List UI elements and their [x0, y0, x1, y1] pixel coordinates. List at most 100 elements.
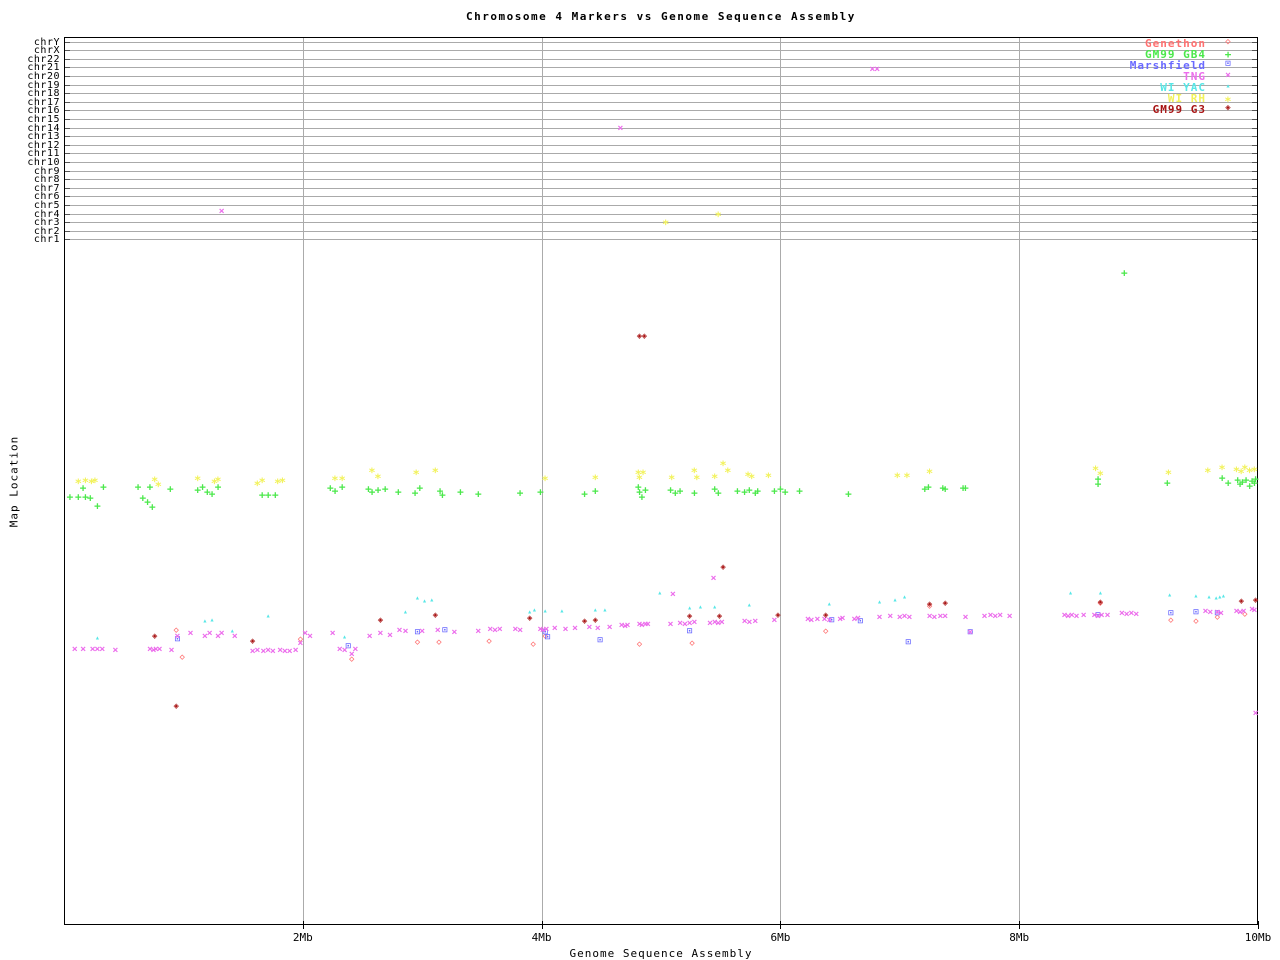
axis-tick-right-chrX	[1252, 50, 1257, 52]
marker-wi-rh: ∗	[1204, 463, 1212, 477]
axis-tick-right-chrY	[1252, 41, 1257, 43]
marker-wi-rh: ∗	[154, 477, 162, 491]
chromosome-line-chr11	[65, 153, 1257, 155]
axis-tick-left-chrY	[65, 41, 70, 43]
x-tick-label-8Mb: 8Mb	[1009, 931, 1030, 944]
marker-wi-rh: ∗	[893, 468, 902, 482]
marker-gm99-gb4: +	[796, 484, 803, 498]
axis-tick-right-chr19	[1252, 84, 1257, 86]
marker-wi-yac: ▴	[422, 596, 427, 605]
marker-wi-yac: ▴	[1167, 590, 1173, 599]
axis-tick-left-chr16	[65, 110, 70, 112]
marker-gm99-gb4: +	[416, 481, 424, 495]
marker-tng: ×	[752, 616, 759, 627]
legend-marker-cross-icon: ×	[1224, 70, 1232, 81]
axis-tick-left-chr20	[65, 76, 70, 77]
axis-tick-right-chr3	[1252, 222, 1257, 224]
marker-wi-yac: ▴	[592, 605, 598, 614]
axis-tick-right-chr12	[1252, 144, 1257, 146]
x-tick-label-6Mb: 6Mb	[770, 931, 791, 944]
axis-tick-left-chrX	[65, 50, 70, 52]
marker-wi-yac: ▴	[559, 606, 565, 615]
marker-tng: ×	[306, 631, 313, 642]
marker-gm99-gb4: +	[149, 500, 156, 514]
axis-tick-right-chr6	[1252, 196, 1257, 198]
marker-gm99-gb4: +	[94, 499, 101, 513]
marker-wi-yac: ▴	[1068, 588, 1073, 597]
marker-wi-yac: ▴	[95, 633, 100, 642]
marker-wi-rh: ∗	[764, 468, 773, 482]
legend-marker-diamond-open-icon: ◇	[1225, 37, 1231, 47]
marker-tng: ×	[174, 631, 181, 642]
marker-gm99-gb4: +	[962, 481, 969, 495]
marker-wi-rh: ∗	[748, 469, 756, 483]
marker-wi-yac: ▴	[877, 597, 882, 606]
marker-gm99-g3: ◈	[249, 636, 256, 647]
marker-wi-rh: ∗	[74, 474, 82, 488]
marker-gm99-g3: ◈	[592, 615, 599, 626]
marker-wi-yac: ▴	[1193, 591, 1199, 600]
marker-tng: ×	[874, 64, 881, 75]
marker-tng: ×	[572, 623, 579, 634]
marker-wi-rh: ∗	[662, 215, 670, 229]
marker-gm99-gb4: +	[941, 482, 949, 496]
marker-tng: ×	[451, 627, 458, 638]
x-tick-mark-8Mb	[1019, 921, 1021, 929]
chromosome-line-chr9	[65, 170, 1257, 172]
marker-genethon: ◇	[1193, 616, 1199, 627]
marker-tng: ×	[606, 622, 613, 633]
marker-wi-yac: ▴	[542, 606, 548, 615]
marker-gm99-gb4: +	[845, 487, 852, 501]
marker-tng: ×	[669, 589, 676, 600]
marker-wi-rh: ∗	[541, 471, 549, 485]
marker-gm99-gb4: +	[581, 487, 588, 501]
marker-gm99-g3: ◈	[641, 331, 647, 342]
marker-gm99-g3: ◈	[775, 610, 781, 621]
marker-tng: ×	[218, 206, 225, 217]
marker-wi-rh: ∗	[374, 469, 382, 483]
x-tick-label-10Mb: 10Mb	[1244, 931, 1272, 944]
marker-gm99-gb4: +	[1163, 476, 1171, 490]
chart-title: Chromosome 4 Markers vs Genome Sequence …	[466, 10, 856, 23]
marker-gm99-g3: ◈	[942, 598, 948, 609]
marker-wi-yac: ▴	[202, 616, 208, 625]
axis-tick-right-chr16	[1252, 110, 1257, 112]
marker-gm99-gb4: +	[100, 480, 107, 494]
chromosome-line-chr15	[65, 119, 1257, 120]
marker-gm99-gb4: +	[1094, 477, 1102, 491]
marker-gm99-g3: ◈	[1252, 595, 1259, 606]
marker-gm99-gb4: +	[516, 486, 524, 500]
axis-tick-right-chr1	[1252, 239, 1257, 241]
marker-gm99-gb4: +	[475, 487, 482, 501]
x-tick-mark-10Mb	[1258, 921, 1259, 929]
marker-wi-yac: ▴	[209, 615, 215, 624]
marker-tng: ×	[269, 646, 276, 657]
axis-tick-right-chr8	[1252, 179, 1257, 181]
marker-gm99-gb4: +	[439, 488, 446, 502]
marker-tng: ×	[329, 628, 336, 639]
marker-tng: ×	[297, 638, 304, 649]
marker-gm99-g3: ◈	[1238, 596, 1244, 607]
chromosome-line-chr2	[65, 230, 1257, 232]
axis-tick-left-chr1	[65, 239, 70, 241]
marker-tng: ×	[1252, 708, 1259, 719]
marker-gm99-g3: ◈	[686, 611, 693, 622]
marker-gm99-g3: ◈	[152, 631, 158, 642]
axis-tick-left-chr9	[65, 170, 70, 172]
marker-tng: ×	[814, 614, 821, 625]
gridline-6Mb	[780, 38, 782, 924]
axis-tick-right-chr13	[1252, 136, 1257, 138]
marker-tng: ×	[517, 625, 524, 636]
axis-tick-left-chr17	[65, 101, 70, 103]
marker-tng: ×	[854, 613, 862, 624]
axis-tick-left-chr10	[65, 162, 70, 163]
marker-gm99-gb4: +	[691, 486, 698, 500]
marker-tng: ×	[386, 630, 393, 641]
axis-tick-right-chr17	[1252, 101, 1257, 103]
marker-wi-yac: ▴	[826, 599, 832, 608]
axis-tick-right-chr11	[1252, 153, 1257, 155]
marker-tng: ×	[562, 624, 569, 635]
marker-gm99-gb4: +	[781, 485, 789, 499]
axis-tick-left-chr21	[65, 67, 70, 69]
marker-wi-yac: ▴	[342, 632, 347, 641]
